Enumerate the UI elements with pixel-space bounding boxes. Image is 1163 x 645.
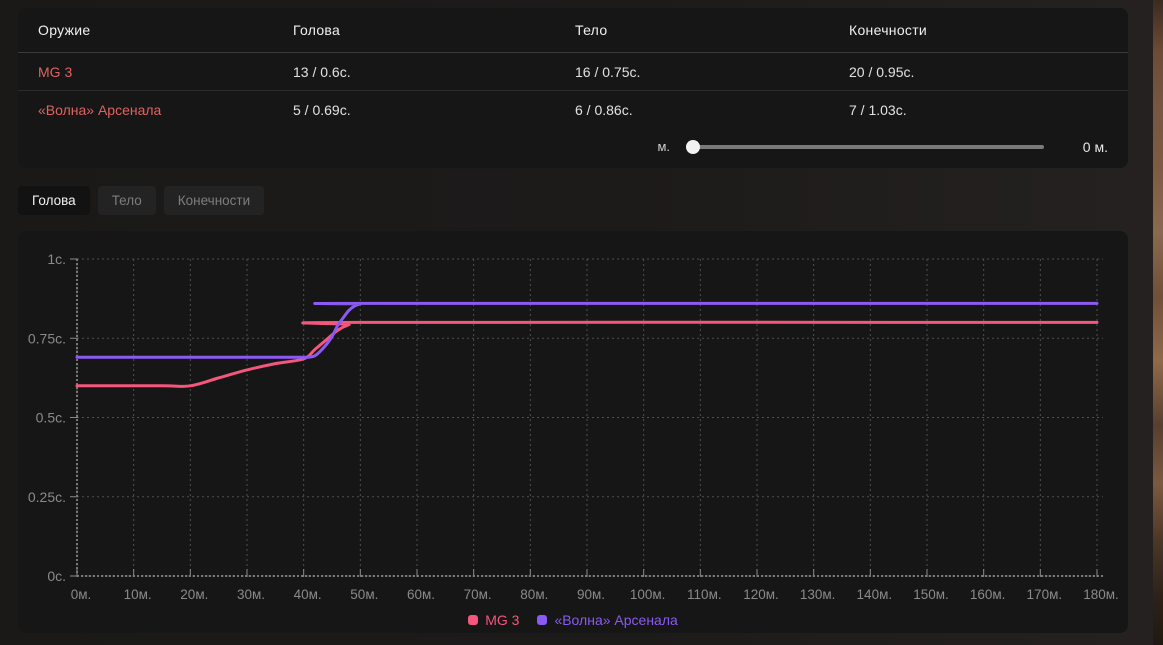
x-tick-label: 160м.	[970, 587, 1006, 602]
legend-swatch-icon	[468, 615, 478, 625]
legend-swatch-icon	[537, 615, 547, 625]
page: Оружие Голова Тело Конечности MG 3 13 / …	[0, 0, 1163, 645]
column-header-limbs: Конечности	[849, 22, 1108, 38]
x-tick-label: 120м.	[743, 587, 779, 602]
slider-thumb[interactable]	[686, 140, 700, 154]
body-stat: 6 / 0.86с.	[575, 102, 849, 118]
x-tick-label: 170м.	[1027, 587, 1063, 602]
x-tick-label: 110м.	[687, 587, 722, 602]
legend-item[interactable]: MG 3	[468, 612, 519, 628]
legend-label: «Волна» Арсенала	[554, 612, 677, 628]
column-header-weapon: Оружие	[38, 22, 293, 38]
legend-label: MG 3	[485, 612, 519, 628]
x-tick-label: 90м.	[577, 587, 605, 602]
distance-slider-row: м. 0 м.	[18, 129, 1128, 168]
x-tick-label: 70м.	[464, 587, 492, 602]
x-tick-label: 140м.	[857, 587, 893, 602]
distance-slider[interactable]	[686, 140, 1044, 154]
tab-limbs[interactable]: Конечности	[164, 186, 264, 215]
head-stat: 13 / 0.6с.	[293, 64, 575, 80]
tab-head[interactable]: Голова	[18, 186, 90, 215]
legend-item[interactable]: «Волна» Арсенала	[537, 612, 677, 628]
x-tick-label: 180м.	[1083, 587, 1119, 602]
bodypart-tabs: Голова Тело Конечности	[18, 186, 1128, 215]
table-row: MG 3 13 / 0.6с. 16 / 0.75с. 20 / 0.95с.	[18, 53, 1128, 91]
chart-legend: MG 3 «Волна» Арсенала	[18, 607, 1128, 633]
weapon-link-mg3[interactable]: MG 3	[38, 64, 293, 80]
x-tick-label: 0м.	[71, 587, 92, 602]
column-header-head: Голова	[293, 22, 575, 38]
x-tick-label: 150м.	[913, 587, 949, 602]
table-row: «Волна» Арсенала 5 / 0.69с. 6 / 0.86с. 7…	[18, 91, 1128, 129]
table-header-row: Оружие Голова Тело Конечности	[18, 8, 1128, 53]
x-tick-label: 30м.	[237, 587, 265, 602]
x-tick-label: 10м.	[124, 587, 152, 602]
body-stat: 16 / 0.75с.	[575, 64, 849, 80]
tab-body[interactable]: Тело	[98, 186, 156, 215]
column-header-body: Тело	[575, 22, 849, 38]
x-tick-label: 50м.	[350, 587, 378, 602]
limbs-stat: 20 / 0.95с.	[849, 64, 1108, 80]
x-tick-label: 100м.	[630, 587, 666, 602]
ttk-chart-card: 0с. 0.25с. 0.5с. 0.75с. 1с. 0м. 10м. 20м. 30м. 40…	[18, 231, 1128, 633]
x-tick-label: 20м.	[180, 587, 208, 602]
y-tick-label: 1с.	[47, 251, 66, 267]
y-tick-label: 0.5с.	[36, 410, 66, 426]
slider-track[interactable]	[686, 145, 1044, 149]
content: Оружие Голова Тело Конечности MG 3 13 / …	[18, 8, 1128, 633]
x-tick-label: 130м.	[800, 587, 836, 602]
x-tick-label: 40м.	[294, 587, 322, 602]
x-tick-label: 80м.	[520, 587, 548, 602]
background-photo-strip	[1153, 0, 1163, 645]
weapon-link-volna[interactable]: «Волна» Арсенала	[38, 102, 293, 118]
slider-value: 0 м.	[1074, 139, 1108, 155]
head-stat: 5 / 0.69с.	[293, 102, 575, 118]
x-tick-label: 60м.	[407, 587, 435, 602]
y-tick-label: 0.25с.	[28, 489, 66, 505]
weapon-comparison-card: Оружие Голова Тело Конечности MG 3 13 / …	[18, 8, 1128, 168]
limbs-stat: 7 / 1.03с.	[849, 102, 1108, 118]
chart-canvas[interactable]: 0с. 0.25с. 0.5с. 0.75с. 1с. 0м. 10м. 20м. 30м. 40…	[18, 231, 1128, 607]
y-tick-label: 0.75с.	[28, 330, 66, 346]
y-tick-label: 0с.	[47, 568, 66, 584]
slider-label: м.	[657, 139, 670, 154]
